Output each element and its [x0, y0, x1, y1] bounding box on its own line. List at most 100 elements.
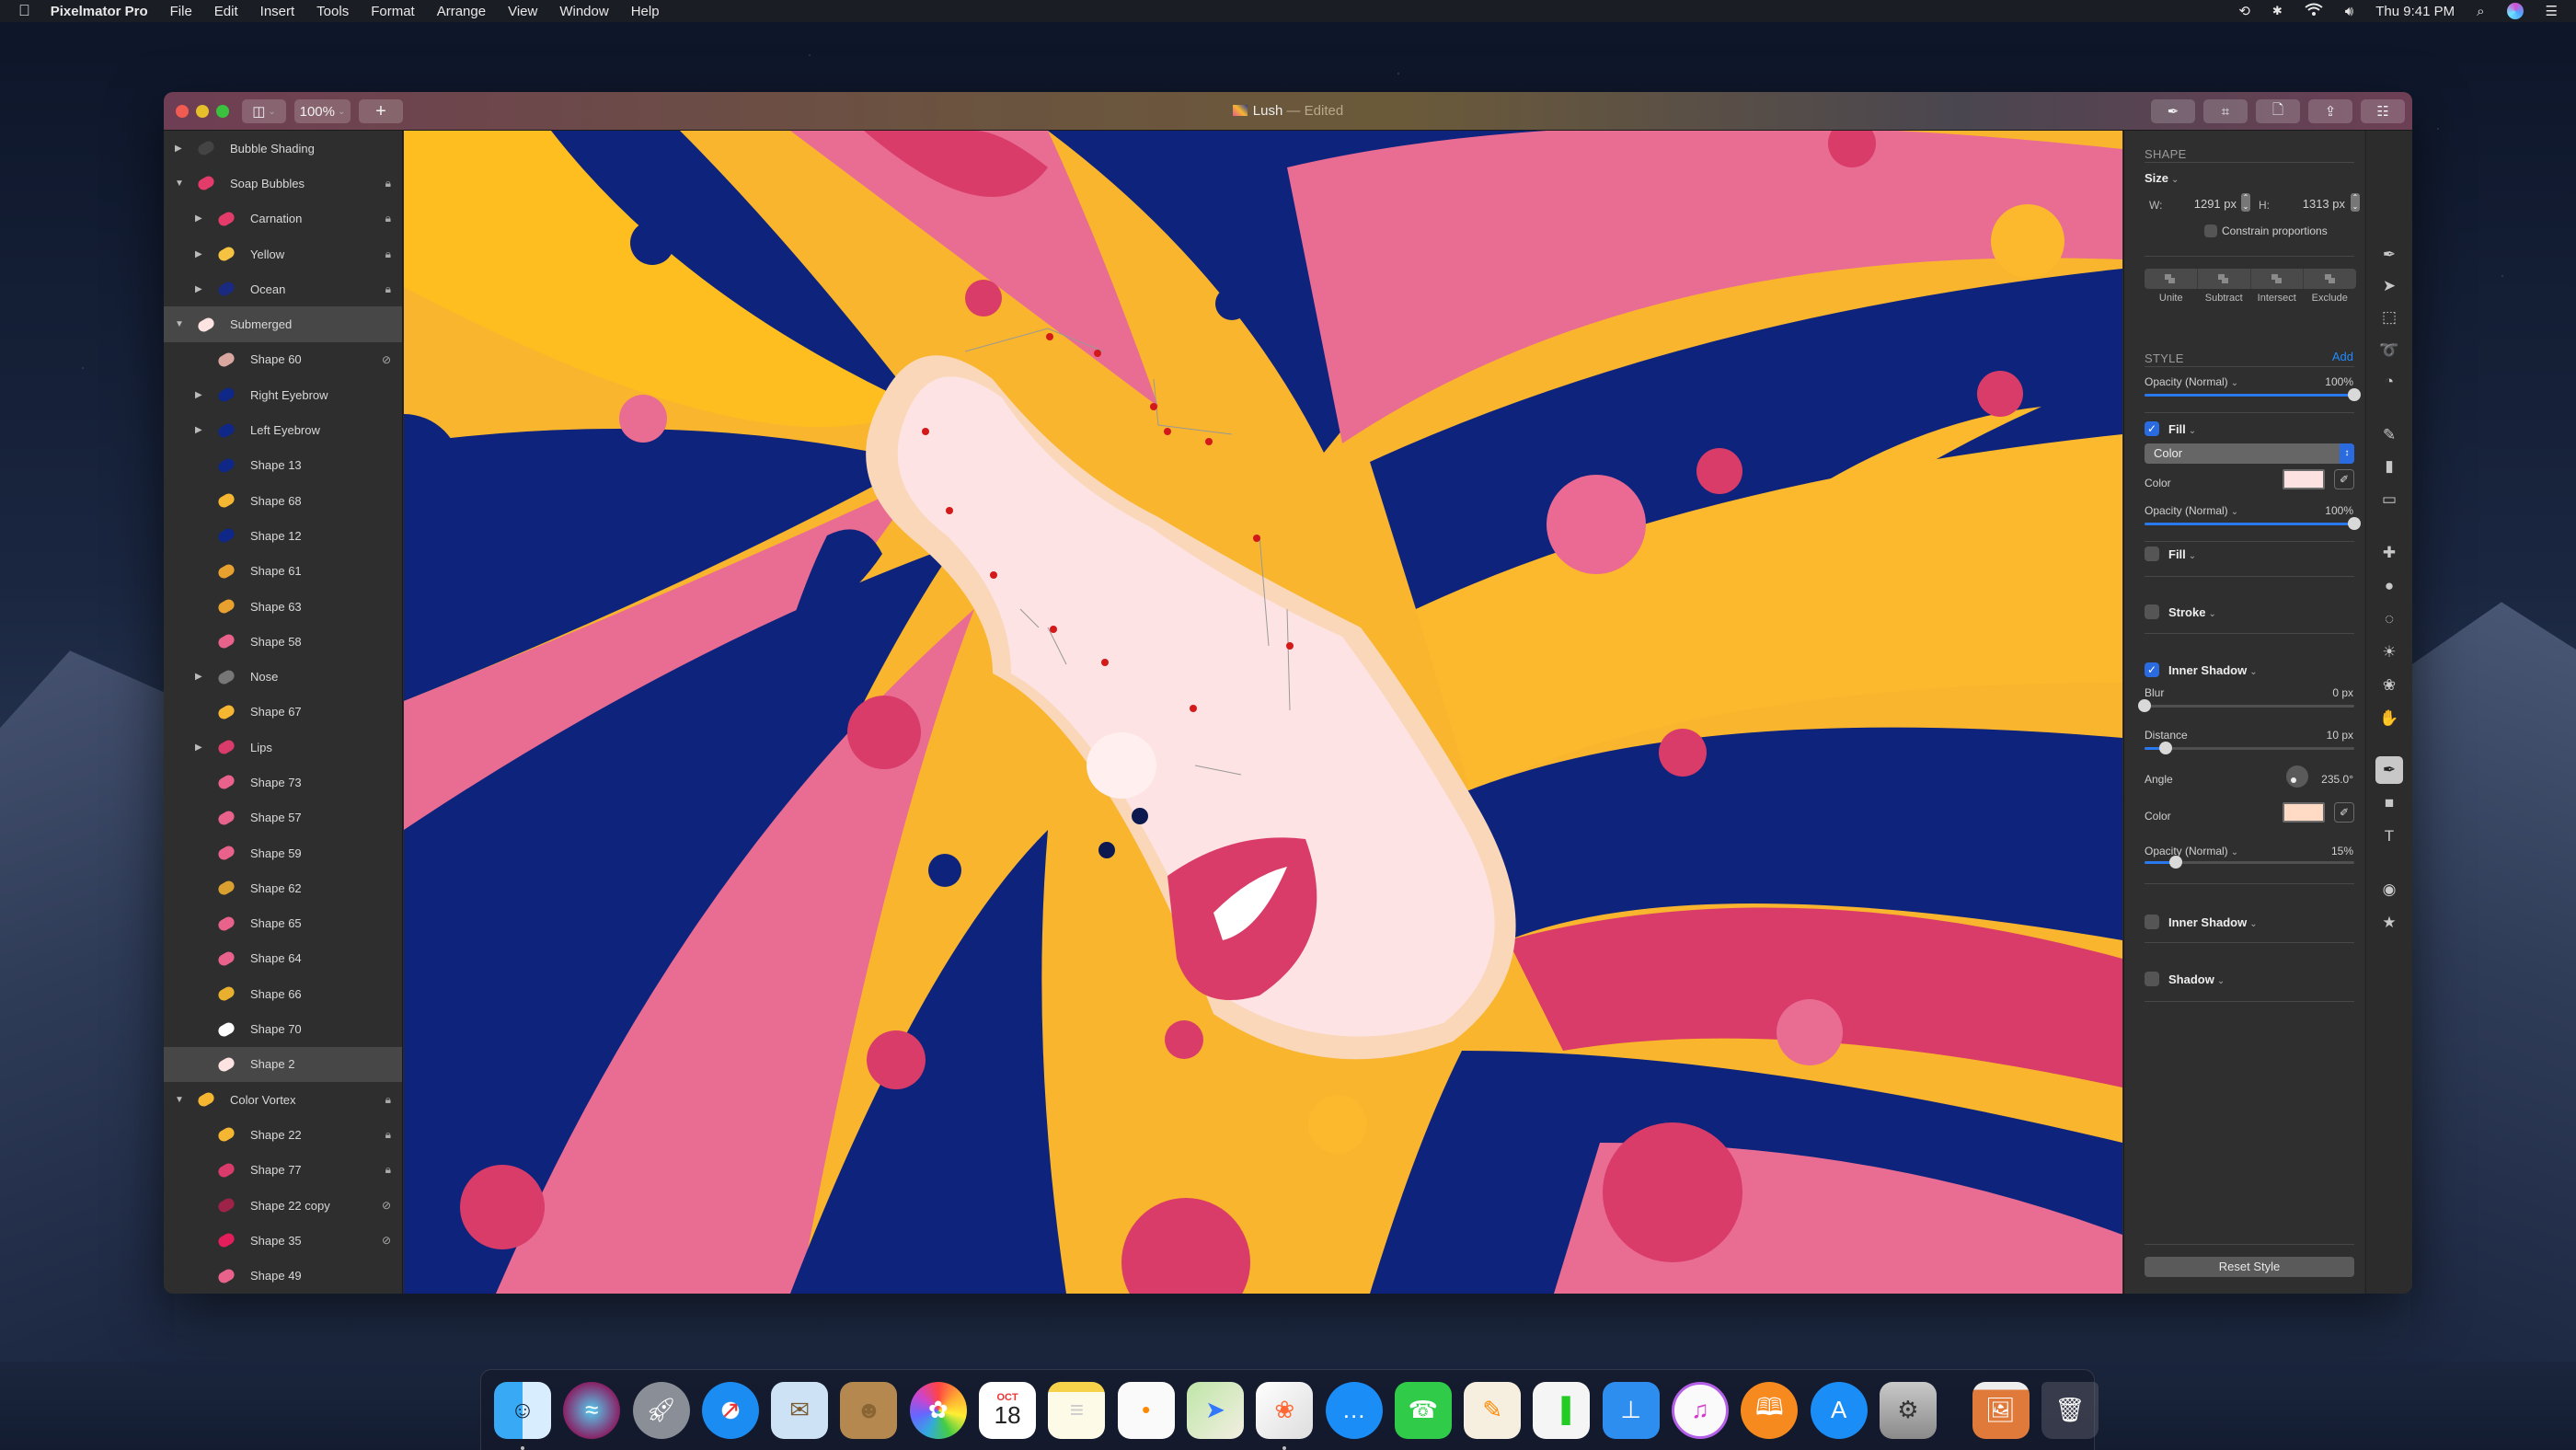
inner-shadow-2-disclosure[interactable]: Inner Shadow ⌄ [2168, 915, 2258, 929]
angle-dial[interactable] [2286, 765, 2308, 788]
dock-app-store[interactable]: A [1810, 1381, 1868, 1439]
layer-row[interactable]: Shape 60 ⊘ [164, 342, 402, 377]
layer-row[interactable]: ▼ Color Vortex 🔒︎ [164, 1082, 402, 1117]
dock-maps[interactable]: ➤ [1186, 1381, 1244, 1439]
dock-trash[interactable]: 🗑︎ [2041, 1381, 2099, 1439]
layer-row[interactable]: Shape 12 [164, 518, 402, 553]
height-stepper[interactable]: ⌃ ⌄ [2351, 193, 2360, 212]
inner-shadow-disclosure[interactable]: Inner Shadow ⌄ [2168, 663, 2258, 677]
reset-style-button[interactable]: Reset Style [2145, 1257, 2354, 1277]
paint-bucket-tool-icon[interactable]: ▮ [2375, 453, 2403, 480]
dock-pixelmator-pro[interactable]: ❀ [1256, 1381, 1314, 1450]
layer-row[interactable]: Shape 59 [164, 835, 402, 870]
volume-icon[interactable]: 🔊︎ [2345, 4, 2353, 19]
fill-type-select[interactable]: Color ↕ [2145, 443, 2354, 464]
fill-disclosure[interactable]: Fill ⌄ [2168, 422, 2196, 436]
layer-row[interactable]: Shape 73 [164, 765, 402, 800]
adjust-button[interactable]: ☷ [2361, 99, 2405, 123]
unite-button[interactable] [2145, 269, 2198, 289]
disclosure-expanded-icon[interactable]: ▼ [175, 319, 184, 329]
stroke-disclosure[interactable]: Stroke ⌄ [2168, 605, 2216, 619]
dock-reminders[interactable]: • [1117, 1381, 1175, 1439]
color-picker-tool-icon[interactable]: ◉ [2375, 876, 2403, 903]
dock-calendar[interactable]: OCT 18 [979, 1381, 1037, 1439]
fill-2-disclosure[interactable]: Fill ⌄ [2168, 547, 2196, 561]
disclosure-expanded-icon[interactable]: ▼ [175, 178, 184, 189]
layer-row[interactable]: ▶ Left Eyebrow [164, 412, 402, 447]
clock[interactable]: Thu 9:41 PM [2375, 4, 2455, 19]
hidden-eye-icon[interactable]: ⊘ [382, 353, 391, 366]
erase-tool-icon[interactable]: ▭ [2375, 486, 2403, 513]
arrange-tool-icon[interactable]: ➤ [2375, 272, 2403, 300]
layer-row[interactable]: ▶ Carnation 🔒︎ [164, 201, 402, 236]
quick-selection-tool-icon[interactable]: ◔ [2375, 368, 2403, 396]
layer-row[interactable]: ▶ Bubble Shading [164, 131, 402, 166]
layer-row[interactable]: Shape 49 [164, 1259, 402, 1294]
menu-help[interactable]: Help [631, 4, 660, 19]
shape-tool-icon[interactable]: ■ [2375, 789, 2403, 817]
dock-photos[interactable]: ✿ [909, 1381, 967, 1439]
shadow-checkbox[interactable] [2145, 972, 2159, 986]
menu-tools[interactable]: Tools [316, 4, 349, 19]
dock-launchpad[interactable]: 🚀︎ [632, 1381, 690, 1439]
blur-tool-icon[interactable]: ◌ [2375, 605, 2403, 633]
constrain-proportions-checkbox[interactable] [2204, 224, 2217, 237]
layer-row[interactable]: Shape 61 [164, 554, 402, 589]
width-stepper[interactable]: ⌃ ⌄ [2241, 193, 2250, 212]
dock-system-preferences[interactable]: ⚙ [1879, 1381, 1937, 1439]
shadow-opacity-slider[interactable] [2145, 856, 2354, 869]
style-opacity-slider[interactable] [2145, 388, 2361, 401]
rect-selection-tool-icon[interactable]: ⬚ [2375, 304, 2403, 331]
style-brush-tool-icon[interactable]: ✒ [2375, 241, 2403, 269]
hidden-eye-icon[interactable]: ⊘ [382, 1199, 391, 1212]
clone-tool-icon[interactable]: ● [2375, 572, 2403, 600]
disclosure-collapsed-icon[interactable]: ▶ [195, 213, 202, 224]
fill-opacity-slider[interactable] [2145, 517, 2361, 530]
notification-center-icon[interactable]: ☰ [2546, 3, 2558, 19]
lock-icon[interactable]: 🔒︎ [385, 212, 391, 225]
wifi-icon[interactable] [2305, 3, 2323, 19]
lock-icon[interactable]: 🔒︎ [385, 1163, 391, 1177]
layer-row[interactable]: Shape 70 [164, 1011, 402, 1046]
color-adjust-tool-icon[interactable]: ❀ [2375, 672, 2403, 699]
menu-file[interactable]: File [170, 4, 192, 19]
menu-arrange[interactable]: Arrange [437, 4, 486, 19]
dock-mail[interactable]: ✉ [771, 1381, 829, 1439]
inner-shadow-2-checkbox[interactable] [2145, 915, 2159, 929]
lock-icon[interactable]: 🔒︎ [385, 247, 391, 261]
blur-slider[interactable] [2138, 699, 2354, 712]
layer-row[interactable]: Shape 66 [164, 976, 402, 1011]
shadow-opacity-label[interactable]: Opacity (Normal) ⌄ [2145, 845, 2238, 857]
light-tool-icon[interactable]: ☀ [2375, 639, 2403, 666]
dock-books[interactable]: 🕮︎ [1741, 1381, 1799, 1439]
menu-window[interactable]: Window [559, 4, 608, 19]
disclosure-collapsed-icon[interactable]: ▶ [195, 742, 202, 753]
stroke-checkbox[interactable] [2145, 604, 2159, 619]
eyedropper-icon[interactable]: ✐ [2334, 469, 2354, 489]
layer-row[interactable]: Shape 13 [164, 448, 402, 483]
layer-row[interactable]: ▶ Right Eyebrow [164, 377, 402, 412]
pen-tool-icon[interactable]: ✒ [2375, 756, 2403, 784]
layer-row[interactable]: ▼ Submerged [164, 306, 402, 342]
siri-icon[interactable] [2506, 3, 2524, 19]
layer-row[interactable]: Shape 2 [164, 1046, 402, 1083]
disclosure-collapsed-icon[interactable]: ▶ [195, 249, 202, 259]
disclosure-collapsed-icon[interactable]: ▶ [195, 672, 202, 682]
dock-pages[interactable]: ✎ [1464, 1381, 1522, 1439]
apple-menu-icon[interactable]:  [18, 2, 30, 20]
menu-insert[interactable]: Insert [260, 4, 295, 19]
layer-row[interactable]: Shape 57 [164, 800, 402, 835]
menu-format[interactable]: Format [371, 4, 415, 19]
dock-downloads-stack[interactable]: 🖼︎ [1972, 1381, 2030, 1439]
inner-shadow-checkbox[interactable]: ✓ [2145, 662, 2159, 677]
fill-checkbox[interactable]: ✓ [2145, 421, 2159, 436]
layer-row[interactable]: Shape 58 [164, 624, 402, 659]
dock-safari[interactable]: ↗ [701, 1381, 759, 1439]
dock-messages[interactable]: … [1325, 1381, 1383, 1439]
layer-row[interactable]: ▶ Ocean 🔒︎ [164, 271, 402, 306]
style-opacity-label[interactable]: Opacity (Normal) ⌄ [2145, 375, 2238, 388]
spotlight-icon[interactable]: ⌕ [2477, 4, 2484, 19]
document-button[interactable]: 🗋 [2256, 99, 2300, 123]
shadow-color-swatch[interactable] [2283, 802, 2325, 823]
lock-icon[interactable]: 🔒︎ [385, 1128, 391, 1142]
